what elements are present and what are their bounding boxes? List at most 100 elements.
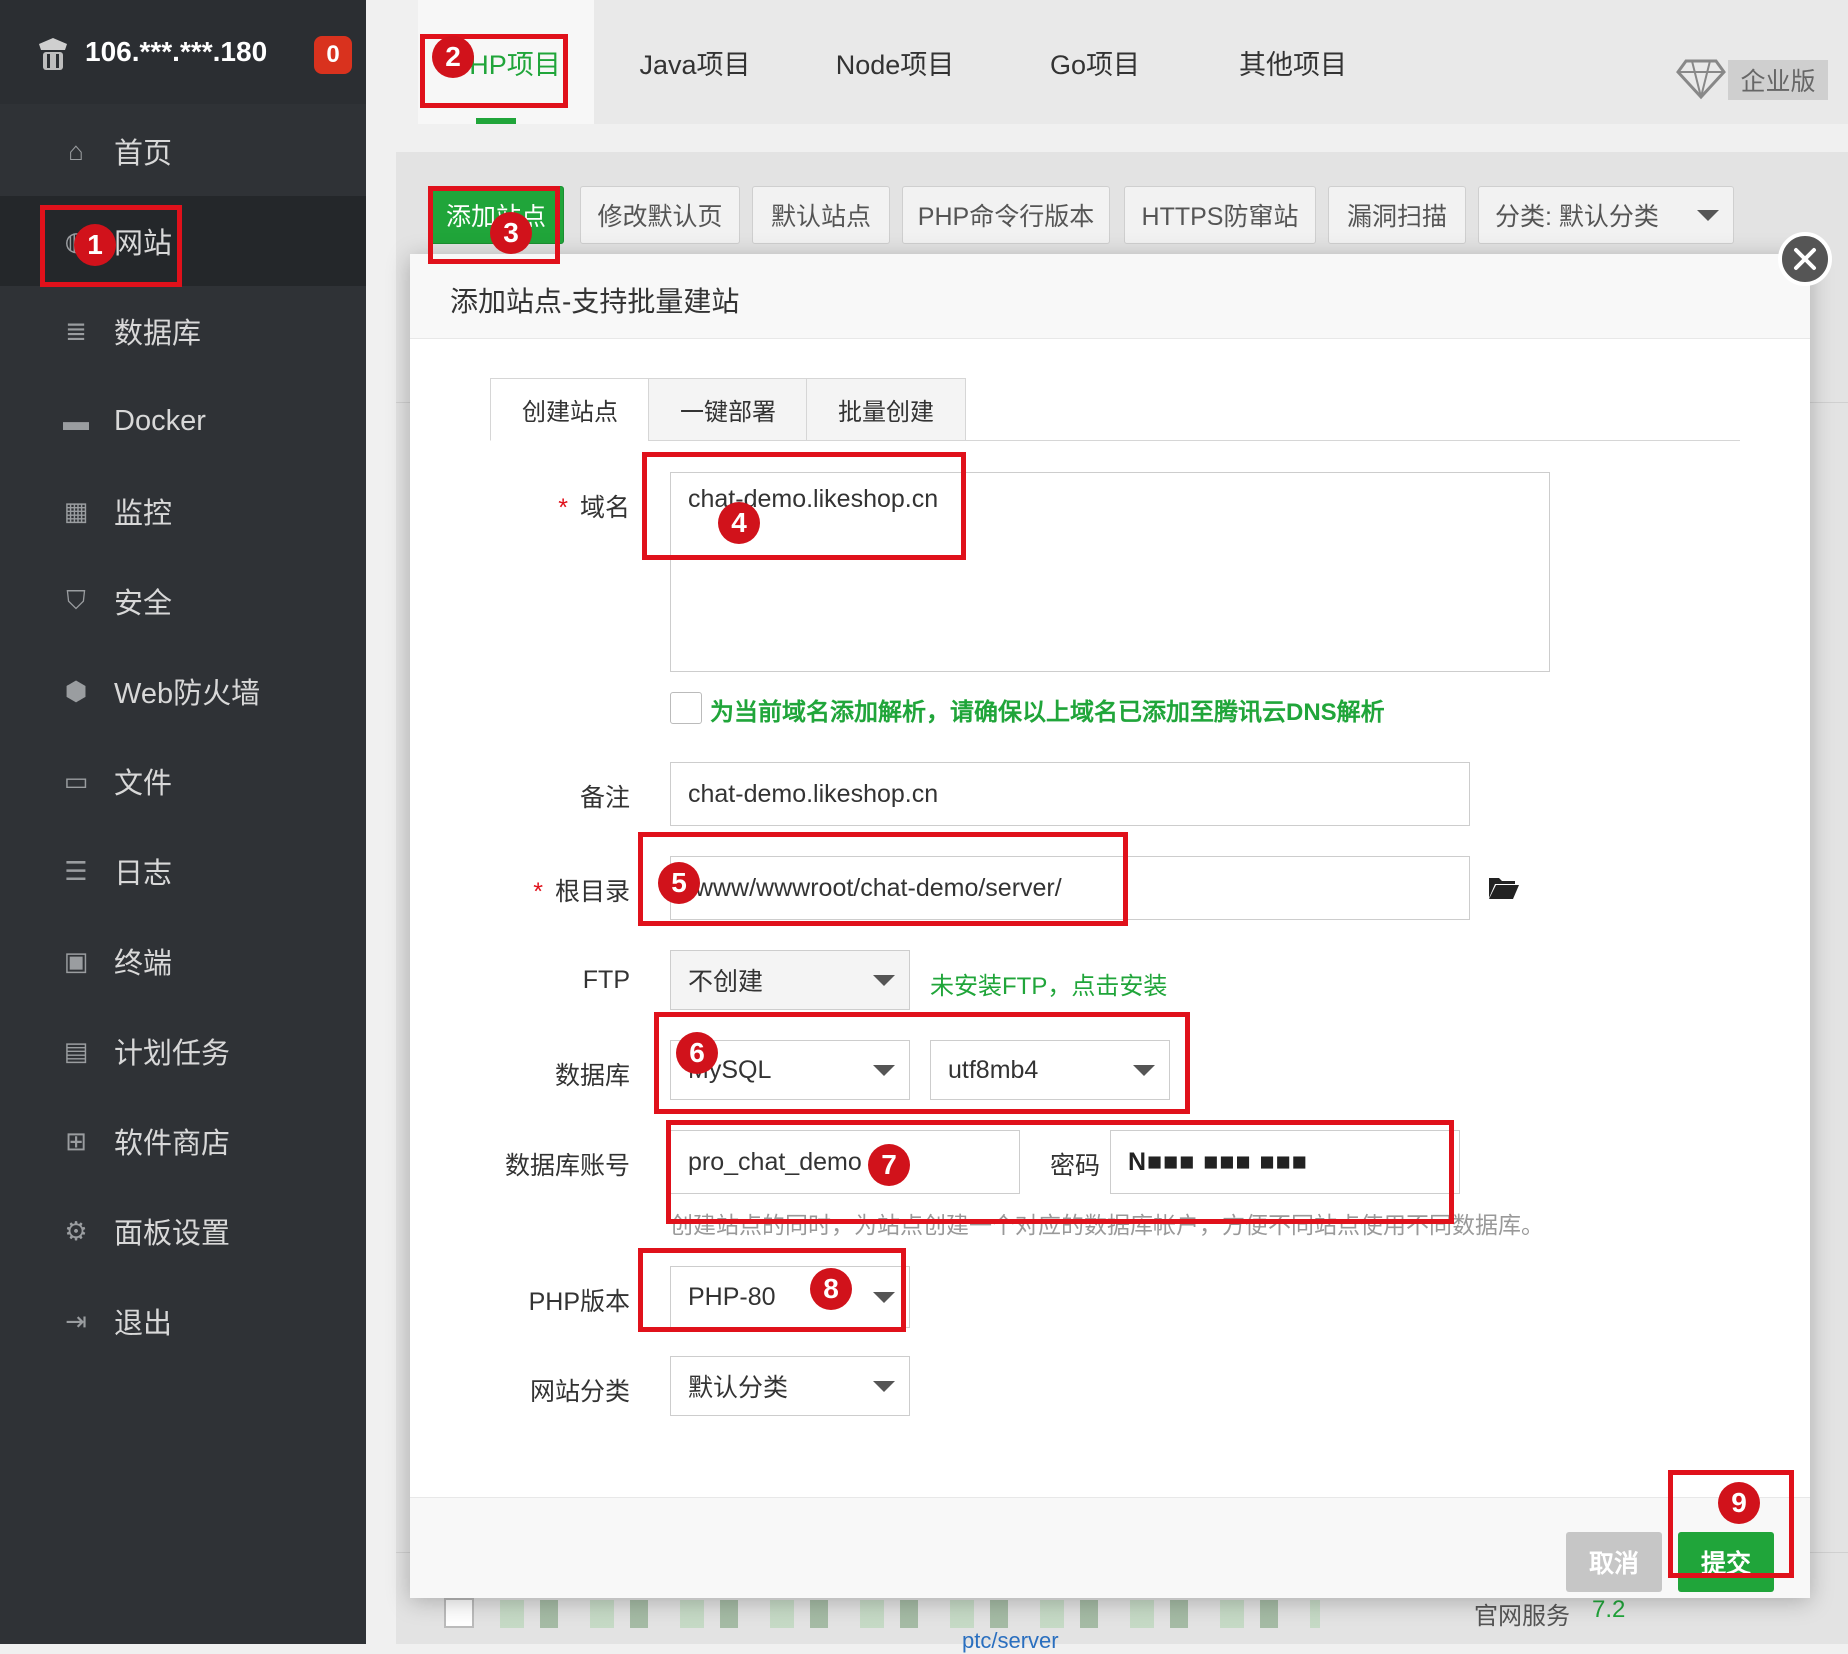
sidebar-item-label: 数据库 [114, 318, 202, 350]
sidebar-item-label: 文件 [114, 768, 173, 800]
domain-label: * 域名 [558, 494, 630, 522]
tab-node-project[interactable]: Node项目 [820, 0, 970, 124]
tab-batch-create[interactable]: 批量创建 [806, 378, 966, 441]
tab-one-click-deploy[interactable]: 一键部署 [648, 378, 808, 441]
tab-java-project[interactable]: Java项目 [620, 0, 770, 124]
row-checkbox[interactable] [444, 1598, 474, 1628]
annotation-number-9: 9 [1718, 1482, 1760, 1524]
shield-icon: ⛉ [66, 585, 86, 615]
remark-input[interactable]: chat-demo.likeshop.cn [670, 762, 1470, 826]
https-protection-button[interactable]: HTTPS防窜站 [1124, 186, 1316, 244]
php-version-label: PHP版本 [528, 1288, 630, 1316]
dialog-footer: 取消 提交 [410, 1497, 1810, 1598]
annotation-number-8: 8 [810, 1268, 852, 1310]
server-ip: 106.***.***.180 [85, 36, 268, 67]
chevron-down-icon [873, 1381, 895, 1392]
annotation-number-4: 4 [718, 502, 760, 544]
sidebar-item-11[interactable]: ⊞ 软件商店 [0, 1096, 366, 1186]
annotation-number-2: 2 [432, 36, 474, 78]
sidebar-item-12[interactable]: ⚙ 面板设置 [0, 1186, 366, 1276]
tab-create-site[interactable]: 创建站点 [490, 378, 650, 441]
firewall-icon: ⬢ [64, 675, 88, 706]
tab-go-project[interactable]: Go项目 [1020, 0, 1170, 124]
sidebar-item-4[interactable]: ▦ 监控 [0, 466, 366, 556]
category-select[interactable]: 分类: 默认分类 [1478, 186, 1734, 244]
docker-icon: ▬ [63, 405, 89, 436]
sidebar-item-5[interactable]: ⛉ 安全 [0, 556, 366, 646]
sidebar-item-10[interactable]: ▤ 计划任务 [0, 1006, 366, 1096]
sidebar-item-label: 日志 [114, 858, 173, 890]
db-account-label: 数据库账号 [504, 1152, 630, 1180]
sidebar-item-label: 首页 [114, 138, 173, 170]
monitor-icon: ▦ [63, 495, 89, 526]
sidebar-item-0[interactable]: ⌂ 首页 [0, 106, 366, 196]
diamond-icon [1676, 58, 1726, 100]
vuln-scan-button[interactable]: 漏洞扫描 [1328, 186, 1466, 244]
remark-label: 备注 [579, 784, 630, 812]
annotation-box-8 [638, 1248, 906, 1332]
sidebar-item-13[interactable]: ⇥ 退出 [0, 1276, 366, 1366]
notification-badge[interactable]: 0 [314, 36, 352, 74]
sidebar-item-7[interactable]: ▭ 文件 [0, 736, 366, 826]
annotation-box-7 [666, 1120, 1454, 1224]
gear-icon: ⚙ [64, 1215, 88, 1246]
annotation-number-6: 6 [676, 1032, 718, 1074]
dns-checkbox-label[interactable]: 为当前域名添加解析，请确保以上域名已添加至腾讯云DNS解析 [710, 692, 1385, 727]
blurred-row-content [500, 1600, 1320, 1628]
sidebar-item-label: 监控 [114, 498, 173, 530]
ftp-label: FTP [582, 966, 630, 994]
row-php-version[interactable]: 7.2 [1592, 1596, 1625, 1624]
site-category-select[interactable]: 默认分类 [670, 1356, 910, 1416]
category-select-value: 分类: 默认分类 [1495, 203, 1659, 231]
site-category-label: 网站分类 [529, 1378, 630, 1406]
sidebar-item-3[interactable]: ▬ Docker [0, 376, 366, 466]
chevron-down-icon [1697, 210, 1719, 221]
default-site-button[interactable]: 默认站点 [752, 186, 890, 244]
apps-icon: ⊞ [65, 1125, 87, 1156]
cancel-button[interactable]: 取消 [1566, 1532, 1662, 1592]
annotation-number-1: 1 [74, 224, 116, 266]
edition-badge[interactable]: 企业版 [1728, 60, 1828, 100]
sidebar-item-6[interactable]: ⬢ Web防火墙 [0, 646, 366, 736]
annotation-number-7: 7 [868, 1144, 910, 1186]
chevron-down-icon [873, 975, 895, 986]
sidebar-item-label: 安全 [114, 588, 173, 620]
close-dialog-button[interactable] [1778, 232, 1832, 286]
modify-default-page-button[interactable]: 修改默认页 [580, 186, 740, 244]
ftp-install-link[interactable]: 未安装FTP，点击安装 [930, 966, 1167, 1001]
site-category-value: 默认分类 [688, 1374, 789, 1402]
annotation-number-5: 5 [658, 862, 700, 904]
sidebar-item-8[interactable]: ☰ 日志 [0, 826, 366, 916]
tab-other-project[interactable]: 其他项目 [1218, 0, 1368, 124]
row-path: ptc/server [962, 1628, 1059, 1653]
dns-checkbox[interactable] [670, 692, 702, 724]
folder-icon: ▭ [63, 765, 89, 796]
logout-icon: ⇥ [65, 1305, 87, 1336]
close-icon [1794, 248, 1816, 270]
ftp-select-value: 不创建 [688, 968, 764, 996]
log-icon: ☰ [64, 855, 88, 886]
ftp-select[interactable]: 不创建 [670, 950, 910, 1010]
row-service: 官网服务 [1474, 1603, 1570, 1630]
annotation-box-4 [642, 452, 966, 560]
php-cli-version-button[interactable]: PHP命令行版本 [902, 186, 1110, 244]
sidebar-item-9[interactable]: ▣ 终端 [0, 916, 366, 1006]
dialog-header: 添加站点-支持批量建站 [410, 254, 1810, 339]
sidebar-brand: 106.***.***.180 0 [0, 0, 366, 104]
database-icon: ≣ [65, 315, 87, 346]
server-logo-icon [36, 36, 70, 74]
sidebar-item-label: 面板设置 [114, 1218, 231, 1250]
annotation-box-5 [638, 832, 1128, 926]
sidebar-item-2[interactable]: ≣ 数据库 [0, 286, 366, 376]
annotation-number-3: 3 [490, 212, 532, 254]
sidebar-item-label: 终端 [114, 948, 173, 980]
folder-open-icon[interactable] [1488, 874, 1520, 900]
database-label: 数据库 [554, 1062, 630, 1090]
annotation-box-6 [654, 1012, 1190, 1114]
terminal-icon: ▣ [63, 945, 89, 976]
sidebar-item-label: Docker [114, 404, 206, 437]
sidebar-item-label: 退出 [114, 1308, 173, 1340]
calendar-icon: ▤ [63, 1035, 89, 1066]
sidebar-item-label: 计划任务 [114, 1038, 231, 1070]
sidebar-item-label: Web防火墙 [114, 678, 261, 710]
